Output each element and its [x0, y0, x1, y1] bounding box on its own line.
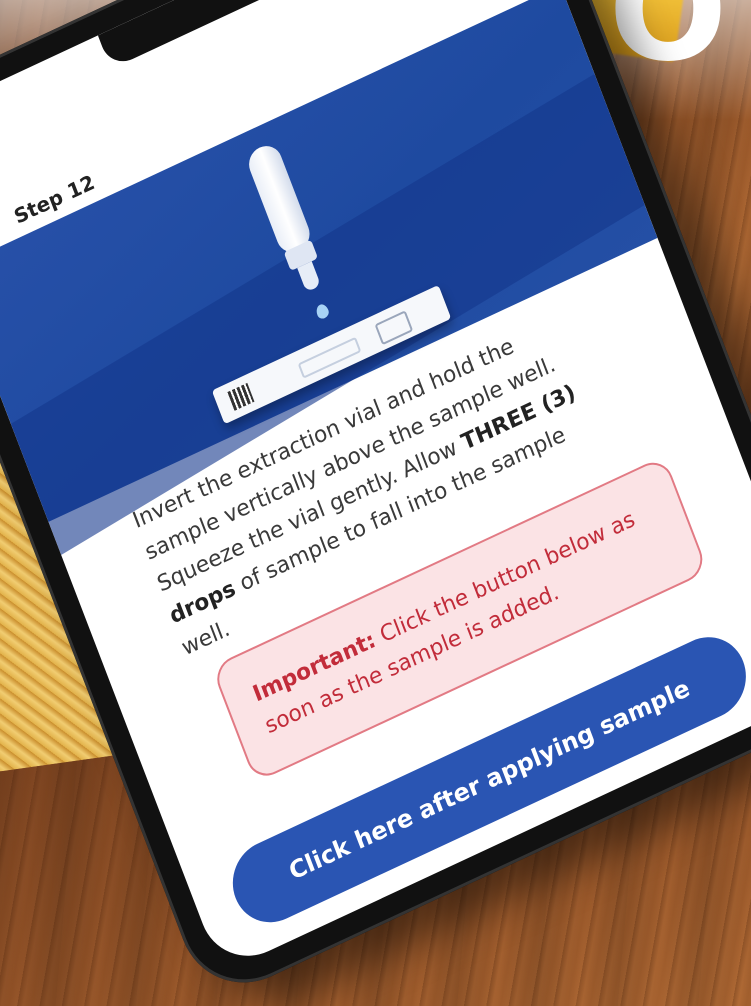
qr-code-icon	[227, 382, 255, 411]
phone-notch	[97, 0, 320, 70]
smartphone: ✕ Step 12 Invert the extraction vial and…	[0, 0, 751, 1006]
extraction-vial-icon	[244, 140, 315, 258]
phone-screen: ✕ Step 12 Invert the extraction vial and…	[0, 0, 751, 973]
